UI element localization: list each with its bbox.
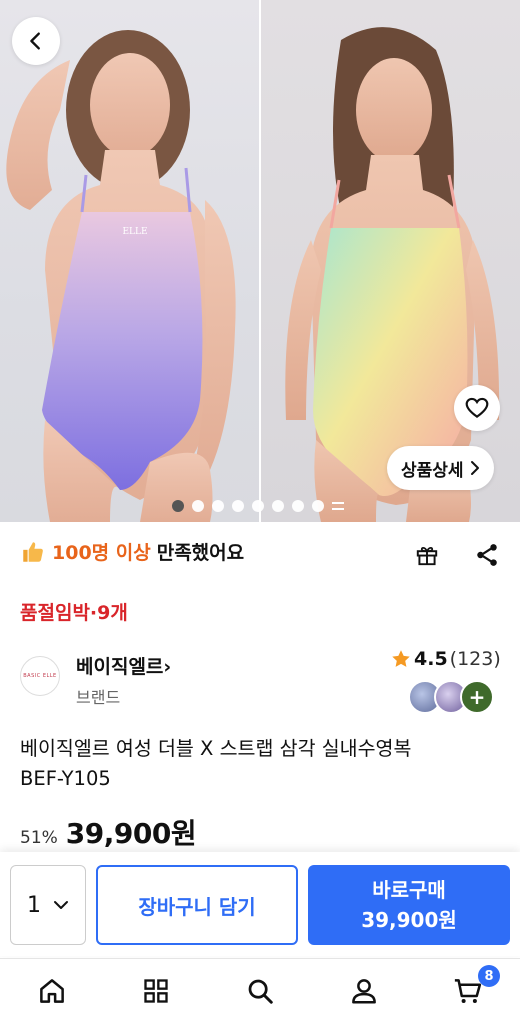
nav-home[interactable] bbox=[34, 973, 70, 1009]
chevron-right-icon bbox=[470, 461, 479, 475]
price-row: 51% 39,900원 bbox=[20, 812, 197, 852]
satisfaction-banner: 100명 이상 만족했어요 bbox=[20, 538, 244, 565]
back-button[interactable] bbox=[12, 17, 60, 65]
wishlist-button[interactable] bbox=[454, 385, 500, 431]
gallery-dot[interactable] bbox=[212, 500, 224, 512]
brand-logo[interactable]: BASIC ELLE bbox=[20, 656, 60, 696]
plus-icon: + bbox=[468, 685, 486, 709]
rating-summary[interactable]: 4.5 (123) bbox=[390, 648, 501, 670]
user-icon bbox=[352, 979, 376, 1004]
gift-icon bbox=[416, 546, 438, 566]
chevron-down-icon bbox=[54, 901, 68, 909]
grid-icon bbox=[144, 979, 168, 1003]
bottom-navigation: 8 bbox=[0, 958, 520, 1024]
model-photo-right bbox=[285, 27, 500, 522]
quantity-select[interactable]: 1 bbox=[10, 865, 86, 945]
gallery-dot[interactable] bbox=[172, 500, 184, 512]
product-image-gallery[interactable]: ELLE 상품상세 bbox=[0, 0, 520, 522]
brand-name: 베이직엘르 bbox=[76, 656, 164, 678]
gallery-dot[interactable] bbox=[272, 500, 284, 512]
nav-search[interactable] bbox=[242, 973, 278, 1009]
review-photos[interactable]: + bbox=[408, 680, 494, 714]
nav-categories[interactable] bbox=[138, 973, 174, 1009]
product-detail-button[interactable]: 상품상세 bbox=[387, 446, 494, 490]
nav-cart[interactable]: 8 bbox=[450, 965, 500, 1009]
star-icon bbox=[392, 650, 410, 667]
heart-icon bbox=[465, 397, 489, 418]
gift-button[interactable] bbox=[412, 540, 442, 570]
chevron-left-icon bbox=[30, 32, 40, 50]
nav-my-page[interactable] bbox=[346, 973, 382, 1009]
quantity-value: 1 bbox=[27, 892, 41, 918]
home-icon bbox=[40, 979, 64, 1003]
discount-rate: 51% bbox=[20, 828, 58, 848]
brand-logo-text: BASIC ELLE bbox=[23, 673, 57, 679]
product-actions bbox=[412, 540, 502, 570]
share-button[interactable] bbox=[472, 540, 502, 570]
gallery-dot[interactable] bbox=[232, 500, 244, 512]
rating-score: 4.5 bbox=[414, 648, 448, 670]
cart-count-badge: 8 bbox=[478, 965, 500, 987]
gallery-dot[interactable] bbox=[192, 500, 204, 512]
add-to-cart-button[interactable]: 장바구니 담기 bbox=[96, 865, 298, 945]
buy-now-button[interactable]: 바로구매 39,900원 bbox=[308, 865, 510, 945]
gallery-dot[interactable] bbox=[292, 500, 304, 512]
share-icon bbox=[477, 544, 497, 566]
gallery-more-icon[interactable] bbox=[332, 500, 344, 512]
gallery-photo-left: ELLE bbox=[0, 0, 259, 522]
product-model-code: BEF-Y105 bbox=[20, 767, 111, 790]
satisfaction-count: 100명 이상 bbox=[52, 542, 151, 564]
product-detail-label: 상품상세 bbox=[401, 460, 464, 481]
gallery-dot[interactable] bbox=[252, 500, 264, 512]
add-to-cart-label: 장바구니 담기 bbox=[138, 894, 256, 919]
stock-alert: 품절임박·9개 bbox=[20, 602, 128, 624]
svg-text:ELLE: ELLE bbox=[122, 227, 147, 237]
brand-link[interactable]: 베이직엘르› bbox=[76, 652, 171, 679]
rating-count: (123) bbox=[449, 648, 501, 670]
gallery-photo-right bbox=[261, 0, 520, 522]
brand-type-label: 브랜드 bbox=[76, 688, 121, 707]
product-title-line: 베이직엘르 여성 더블 X 스트랩 삼각 실내수영복 bbox=[20, 737, 412, 760]
purchase-bar: 1 장바구니 담기 바로구매 39,900원 bbox=[0, 852, 520, 956]
thumbs-up-icon bbox=[23, 541, 43, 562]
buy-now-label: 바로구매 bbox=[372, 878, 446, 902]
search-icon bbox=[248, 979, 273, 1004]
gallery-pagination[interactable] bbox=[172, 500, 344, 512]
product-title: 베이직엘르 여성 더블 X 스트랩 삼각 실내수영복 BEF-Y105 bbox=[20, 734, 500, 794]
gallery-dot[interactable] bbox=[312, 500, 324, 512]
more-reviews-button[interactable]: + bbox=[460, 680, 494, 714]
buy-now-price: 39,900원 bbox=[361, 908, 457, 932]
sale-price: 39,900원 bbox=[65, 817, 197, 850]
satisfaction-text: 만족했어요 bbox=[156, 542, 245, 564]
model-photo-left: ELLE bbox=[6, 30, 236, 522]
brand-chevron: › bbox=[163, 656, 172, 678]
brand-row: BASIC ELLE 베이직엘르› 브랜드 4.5 (123) + bbox=[20, 648, 501, 718]
